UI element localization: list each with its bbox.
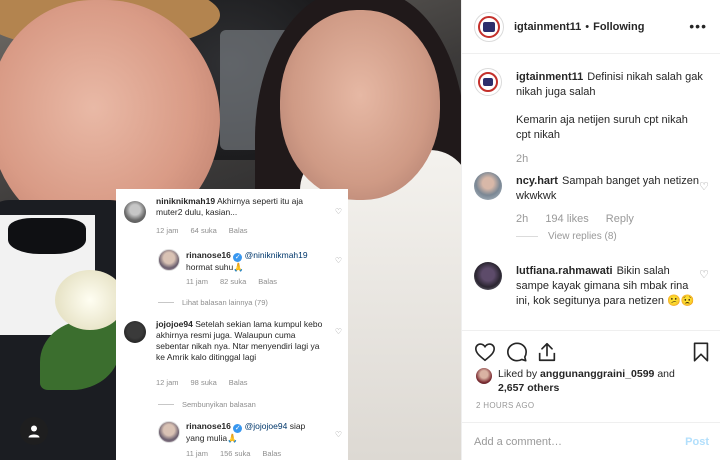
liked-by: Liked by anggunanggraini_0599 and 2,657 …: [476, 367, 675, 395]
more-options-icon[interactable]: •••: [689, 18, 707, 34]
overlay-username: niniknikmah19: [156, 196, 216, 206]
post-side-panel: igtainment11 • Following ••• igtainment1…: [461, 0, 720, 460]
overlay-heart-icon: ♡: [334, 430, 342, 439]
comment-meta: 2h 194 likes Reply: [516, 213, 634, 225]
overlay-hide-replies: Sembunyikan balasan: [158, 399, 256, 410]
overlay-avatar: [158, 249, 180, 271]
header-separator: •: [585, 20, 590, 33]
add-comment-bar: Post: [462, 422, 720, 460]
user-tags-button[interactable]: [20, 417, 48, 445]
overlay-see-more-replies: Lihat balasan lainnya (79): [158, 297, 268, 308]
overlay-comment-meta: 11 jam 156 suka Balas: [186, 449, 282, 458]
caption: igtainment11 Definisi nikah salah gak nik…: [474, 68, 709, 178]
overlay-avatar: [158, 421, 180, 443]
share-icon[interactable]: [536, 341, 558, 363]
caption-time: 2h: [516, 153, 529, 165]
overlay-heart-icon: ♡: [334, 256, 342, 265]
overlay-comment-meta: 12 jam 64 suka Balas: [156, 226, 248, 235]
author-avatar[interactable]: [474, 11, 504, 42]
comment-reply-button[interactable]: Reply: [606, 213, 634, 225]
author-username[interactable]: igtainment11: [514, 21, 581, 33]
overlay-reply: rinanose16 ✓ @jojojoe94 siap yang mulia🙏: [186, 421, 306, 443]
commenter-username[interactable]: lutfiana.rahmawati: [516, 265, 613, 277]
liker-username[interactable]: anggunanggraini_0599: [540, 368, 654, 380]
verified-badge-icon: ✓: [233, 424, 243, 433]
photo-boutonniere: [55, 270, 125, 330]
post-timestamp[interactable]: 2 HOURS AGO: [476, 401, 534, 410]
comments-section[interactable]: igtainment11 Definisi nikah salah gak nik…: [462, 55, 720, 330]
caption-text-2: Kemarin aja netijen suruh cpt nikah cpt …: [516, 114, 688, 141]
liker-avatar[interactable]: [476, 368, 492, 384]
overlay-comment: niniknikmah19 Akhirnya seperti itu aja m…: [156, 196, 326, 218]
action-icons-row: [474, 341, 714, 365]
commenter-avatar[interactable]: [474, 262, 502, 290]
liked-by-conj: and: [657, 368, 675, 380]
overlay-avatar: [124, 321, 146, 343]
following-button[interactable]: Following: [593, 21, 644, 33]
overlay-heart-icon: ♡: [334, 207, 342, 216]
bookmark-icon[interactable]: [690, 341, 712, 363]
comment-likes[interactable]: 194 likes: [545, 213, 588, 225]
overlay-comment: jojojoe94 Setelah sekian lama kumpul keb…: [156, 319, 323, 362]
comment-icon[interactable]: [506, 341, 528, 363]
post-header: igtainment11 • Following •••: [462, 0, 720, 54]
post-comment-button[interactable]: Post: [685, 436, 709, 448]
post-photo[interactable]: niniknikmah19 Akhirnya seperti itu aja m…: [0, 0, 461, 460]
heart-icon[interactable]: [474, 341, 496, 363]
overlay-reply: rinanose16 ✓ @niniknikmah19 hormat suhu🙏: [186, 250, 308, 272]
photo-bride-face: [280, 10, 440, 200]
verified-badge-icon: ✓: [233, 253, 243, 262]
photo-bowtie: [8, 218, 86, 254]
commenter-username[interactable]: ncy.hart: [516, 175, 558, 187]
liked-by-prefix: Liked by: [498, 368, 538, 380]
overlay-comment-meta: 12 jam 98 suka Balas: [156, 378, 248, 387]
comment-item: lutfiana.rahmawati Bikin salah sampe kaya…: [474, 262, 709, 330]
overlay-heart-icon: ♡: [334, 327, 342, 336]
caption-username[interactable]: igtainment11: [516, 71, 583, 83]
view-replies-button[interactable]: View replies (8): [516, 231, 617, 242]
commenter-avatar[interactable]: [474, 172, 502, 200]
comment-like-heart-icon[interactable]: ♡: [699, 268, 709, 281]
overlay-avatar: [124, 201, 146, 223]
comment-screenshot-overlay: niniknikmah19 Akhirnya seperti itu aja m…: [116, 189, 348, 460]
comment-input[interactable]: [474, 435, 686, 448]
overlay-comment-meta: 11 jam 82 suka Balas: [186, 277, 278, 286]
others-likes-link[interactable]: 2,657 others: [498, 382, 559, 394]
user-icon: [28, 425, 40, 438]
caption-avatar[interactable]: [474, 68, 502, 96]
comment-like-heart-icon[interactable]: ♡: [699, 180, 709, 193]
